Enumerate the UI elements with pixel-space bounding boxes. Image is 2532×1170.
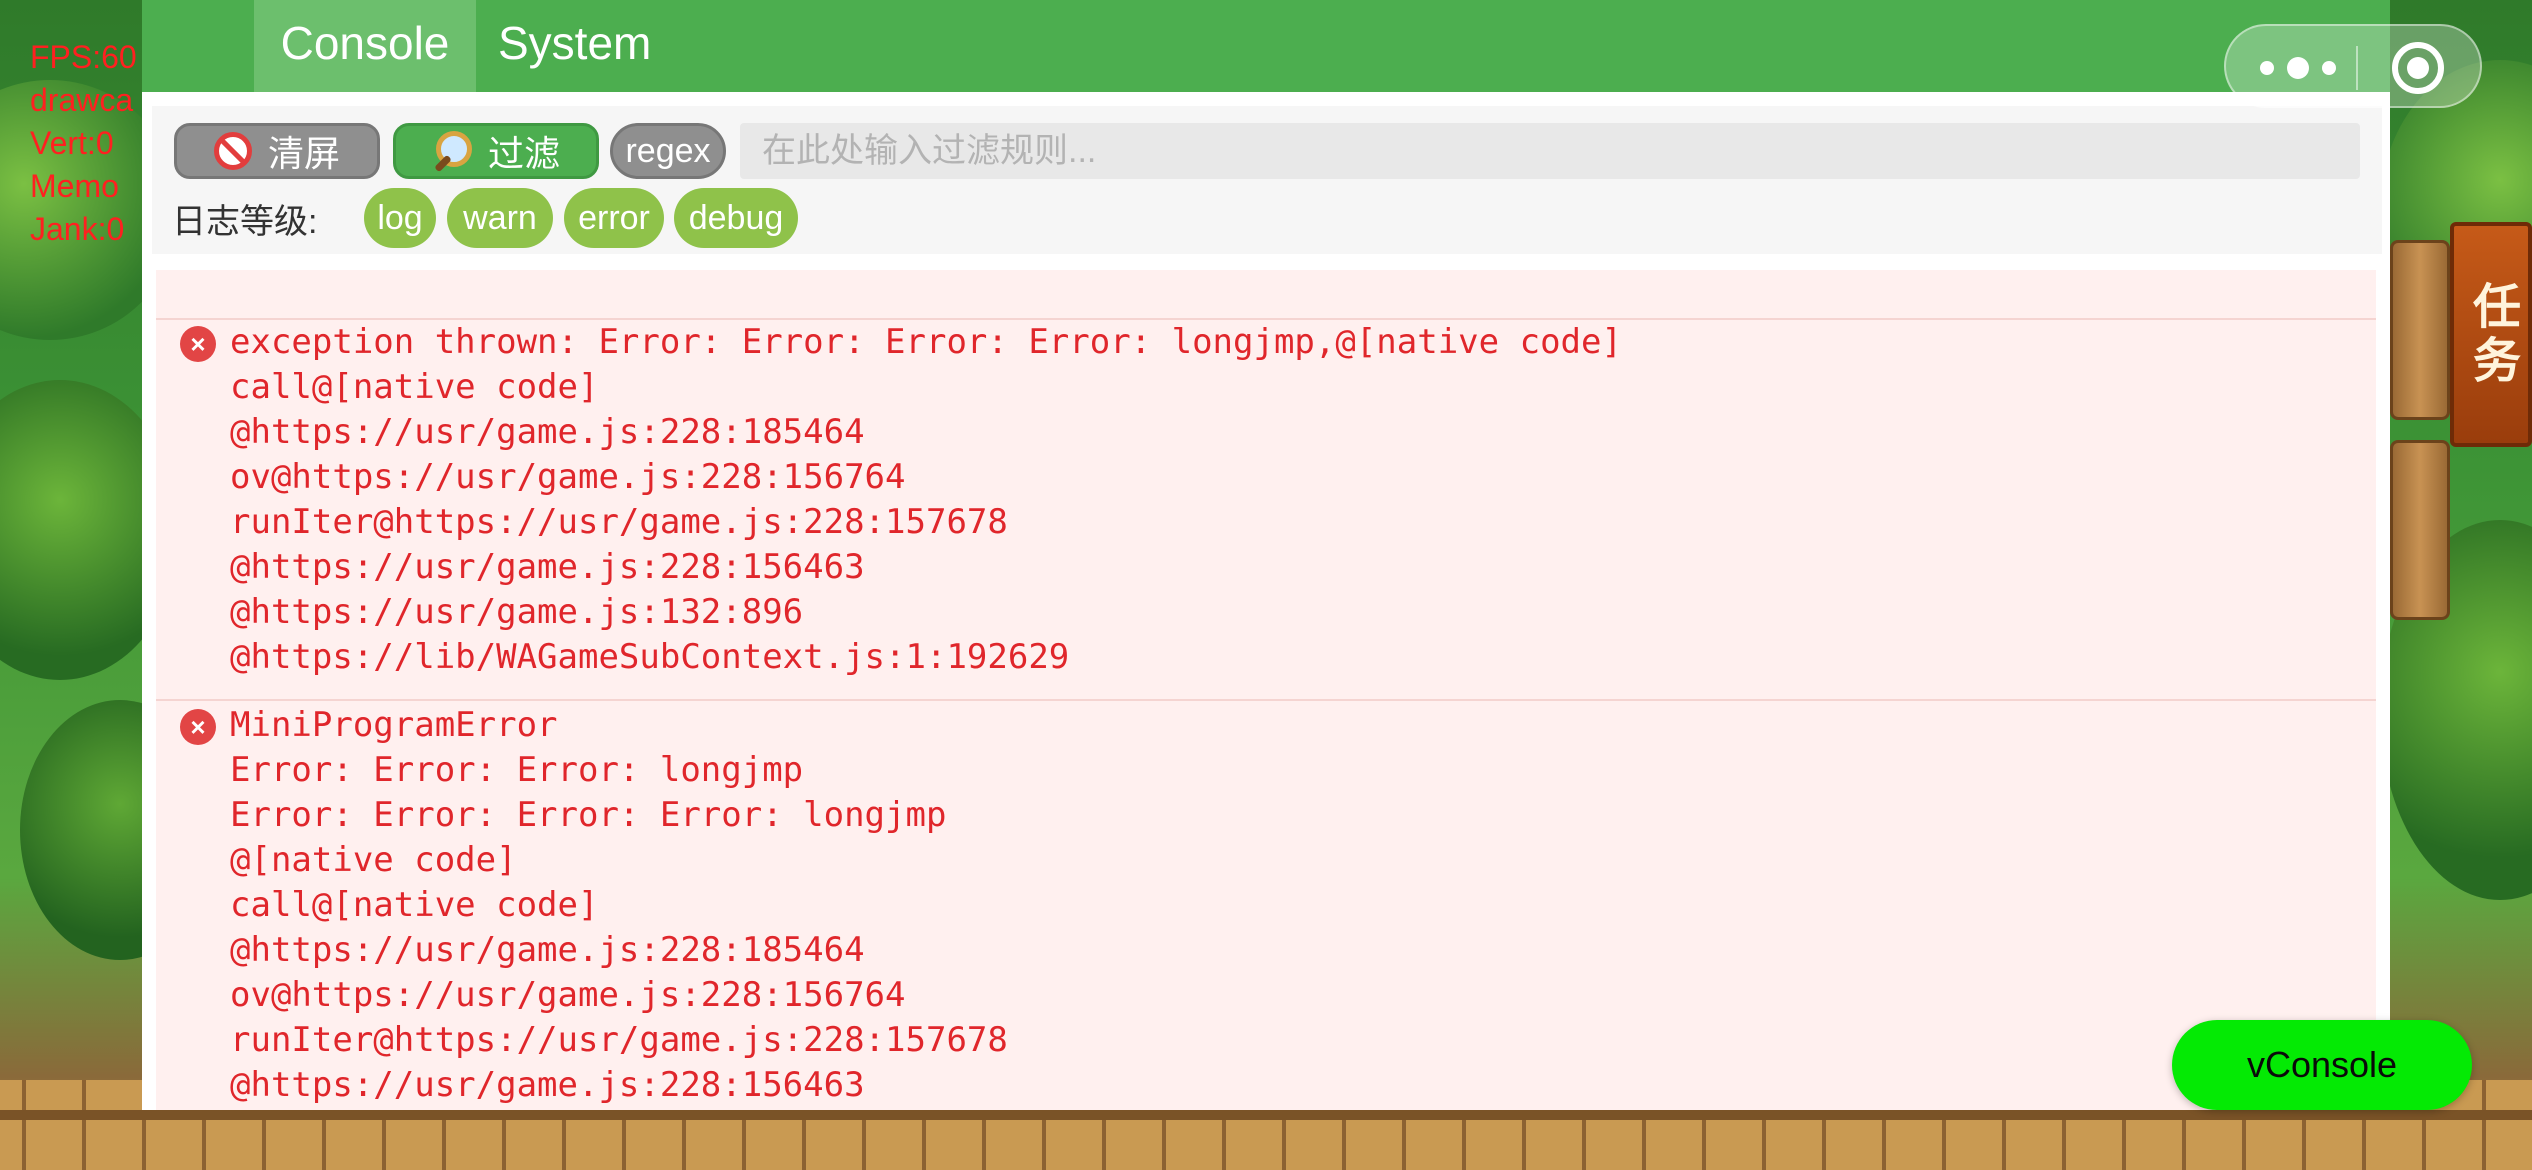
regex-toggle[interactable]: regex bbox=[610, 123, 726, 179]
vconsole-toggle-button[interactable]: vConsole bbox=[2172, 1020, 2472, 1110]
log-divider bbox=[156, 699, 2376, 701]
log-line: runIter@https://usr/game.js:228:157678 bbox=[230, 502, 1008, 542]
stat-drawcalls: drawca bbox=[30, 82, 134, 118]
filter-button-label: 过滤 bbox=[487, 133, 560, 174]
level-filter-error[interactable]: error bbox=[564, 188, 664, 248]
log-line: MiniProgramError bbox=[230, 705, 558, 745]
log-message: exception thrown: Error: Error: Error: E… bbox=[230, 320, 1622, 680]
log-line: call@[native code] bbox=[230, 885, 599, 925]
stat-fps: FPS:60 bbox=[30, 39, 137, 75]
console-toolbar: 清屏 过滤 regex 日志等级: log warn error debug bbox=[152, 106, 2382, 254]
clear-button[interactable]: 清屏 bbox=[174, 123, 380, 179]
log-line: call@[native code] bbox=[230, 367, 599, 407]
no-entry-icon bbox=[213, 132, 252, 170]
more-options-icon[interactable] bbox=[2260, 46, 2336, 90]
log-line: @https://usr/game.js:132:896 bbox=[230, 592, 804, 632]
log-line: runIter@https://usr/game.js:228:157678 bbox=[230, 1020, 1008, 1060]
log-line: Error: Error: Error: Error: longjmp bbox=[230, 795, 947, 835]
wooden-post bbox=[2390, 440, 2450, 620]
tab-console[interactable]: Console bbox=[254, 0, 476, 92]
error-icon: × bbox=[180, 709, 216, 745]
miniprogram-capsule bbox=[2224, 24, 2482, 108]
capsule-divider bbox=[2356, 46, 2358, 90]
filter-input[interactable] bbox=[740, 123, 2360, 179]
log-line: @https://usr/game.js:228:156463 bbox=[230, 547, 865, 587]
log-line: @https://lib/WAGameSubContext.js:1:19262… bbox=[230, 637, 1070, 677]
log-level-label: 日志等级: bbox=[172, 203, 318, 241]
log-line: ov@https://usr/game.js:228:156764 bbox=[230, 457, 906, 497]
task-label: 任务 bbox=[2465, 280, 2518, 389]
close-target-icon[interactable] bbox=[2392, 42, 2444, 94]
stat-jank: Jank:0 bbox=[30, 211, 125, 247]
performance-stats-overlay: FPS:60 drawca Vert:0 Memo Jank:0 bbox=[30, 36, 137, 251]
tab-system[interactable]: System bbox=[476, 0, 673, 92]
log-line: @https://usr/game.js:228:185464 bbox=[230, 412, 865, 452]
vconsole-panel: Console System 清屏 过滤 regex 日志等级: log war… bbox=[142, 0, 2390, 1110]
wooden-post bbox=[2390, 240, 2450, 420]
log-line: exception thrown: Error: Error: Error: E… bbox=[230, 322, 1622, 362]
stat-memory: Memo bbox=[30, 168, 119, 204]
clear-button-label: 清屏 bbox=[267, 133, 340, 174]
log-line: @[native code] bbox=[230, 840, 517, 880]
log-line: @https://usr/game.js:228:156463 bbox=[230, 1065, 865, 1105]
log-message: MiniProgramError Error: Error: Error: lo… bbox=[230, 703, 1008, 1108]
log-line: Error: Error: Error: longjmp bbox=[230, 750, 804, 790]
log-list[interactable]: × exception thrown: Error: Error: Error:… bbox=[156, 270, 2376, 1110]
level-filter-log[interactable]: log bbox=[364, 188, 436, 248]
filter-button[interactable]: 过滤 bbox=[393, 123, 599, 179]
level-filter-warn[interactable]: warn bbox=[447, 188, 553, 248]
stat-vertices: Vert:0 bbox=[30, 125, 114, 161]
task-button[interactable]: 任务 bbox=[2450, 222, 2532, 447]
tab-bar: Console System bbox=[142, 0, 2390, 92]
log-line: @https://usr/game.js:228:185464 bbox=[230, 930, 865, 970]
magnifier-icon bbox=[432, 131, 472, 171]
log-line: ov@https://usr/game.js:228:156764 bbox=[230, 975, 906, 1015]
error-icon: × bbox=[180, 326, 216, 362]
level-filter-debug[interactable]: debug bbox=[674, 188, 798, 248]
